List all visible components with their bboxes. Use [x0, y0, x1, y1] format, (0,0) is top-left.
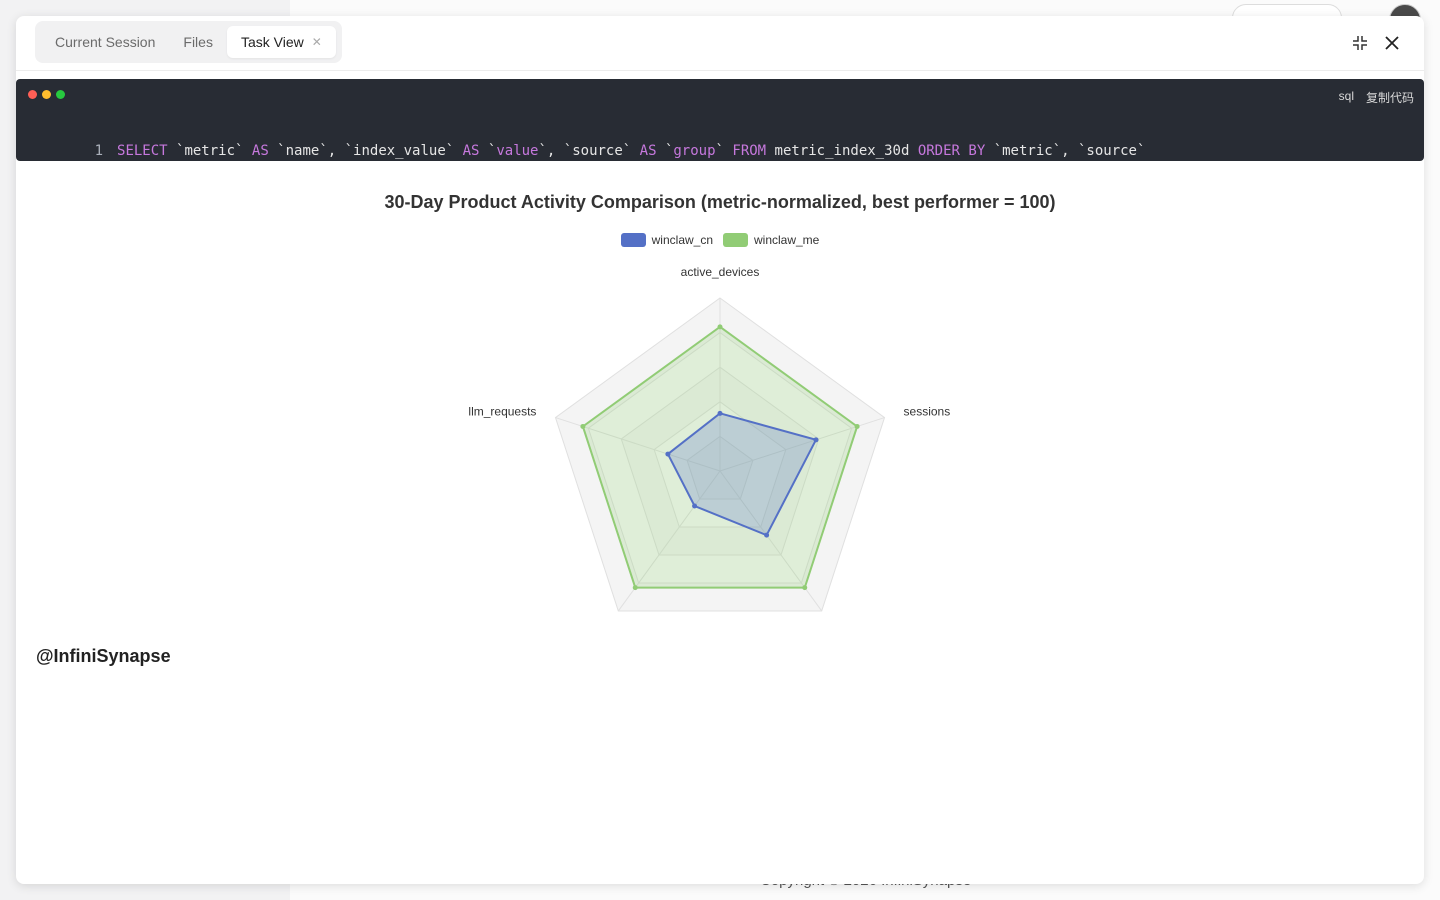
code-text: SELECT `metric` AS `name`, `index_value`… — [117, 143, 1145, 159]
tab-current-session[interactable]: Current Session — [41, 26, 169, 58]
radar-axis-label: llm_requests — [468, 404, 536, 418]
code-token: group — [673, 143, 716, 159]
code-token: ` — [656, 143, 674, 159]
radar-point — [813, 437, 819, 443]
code-token: `name`, `index_value` — [268, 143, 463, 159]
code-token: AS — [251, 143, 269, 159]
modal-header: Current Session Files Task View ✕ — [16, 16, 1424, 71]
radar-point — [764, 532, 770, 538]
copy-code-button[interactable]: 复制代码 — [1366, 89, 1414, 106]
collapse-icon[interactable] — [1349, 32, 1371, 54]
radar-chart: active_devicessessionsnew_usersllm_token… — [468, 265, 951, 612]
radar-point — [854, 423, 860, 429]
dot-red — [28, 90, 37, 99]
code-language: sql — [1338, 89, 1354, 103]
radar-point — [580, 423, 586, 429]
dot-yellow — [42, 90, 51, 99]
radar-point — [632, 585, 638, 591]
watermark: @InfiniSynapse — [36, 646, 171, 666]
code-token: `, `source` — [538, 143, 640, 159]
tab-bar: Current Session Files Task View ✕ — [35, 21, 342, 63]
close-icon[interactable] — [1381, 32, 1403, 54]
radar-axis-label: active_devices — [681, 265, 760, 279]
code-token: ` — [715, 143, 733, 159]
code-token: `metric`, `source` — [985, 143, 1146, 159]
code-block: sql 复制代码 1 SELECT `metric` AS `name`, `in… — [16, 79, 1424, 161]
code-token: FROM — [732, 143, 767, 159]
task-view-modal: Current Session Files Task View ✕ sql 复制… — [16, 16, 1424, 884]
tab-label: Task View — [240, 34, 304, 50]
radar-point — [717, 410, 723, 416]
tab-files[interactable]: Files — [169, 26, 227, 58]
line-number: 1 — [94, 143, 104, 159]
code-token: SELECT — [117, 143, 168, 159]
tab-close-icon[interactable]: ✕ — [312, 35, 322, 49]
dot-green — [56, 90, 65, 99]
radar-axis-label: sessions — [904, 404, 951, 418]
code-token: ORDER BY — [917, 143, 986, 159]
code-token: AS — [639, 143, 657, 159]
radar-point — [692, 503, 698, 509]
code-token: value — [496, 143, 539, 159]
tab-label: Current Session — [55, 34, 156, 50]
tab-task-view[interactable]: Task View ✕ — [226, 26, 336, 58]
radar-point — [665, 451, 671, 457]
radar-point — [717, 324, 723, 330]
tab-label: Files — [183, 34, 213, 50]
code-token: metric_index_30d — [766, 143, 918, 159]
code-token: `metric` — [167, 143, 252, 159]
code-token: AS — [462, 143, 480, 159]
code-token: ` — [479, 143, 497, 159]
window-dots — [28, 90, 65, 99]
radar-point — [802, 585, 808, 591]
